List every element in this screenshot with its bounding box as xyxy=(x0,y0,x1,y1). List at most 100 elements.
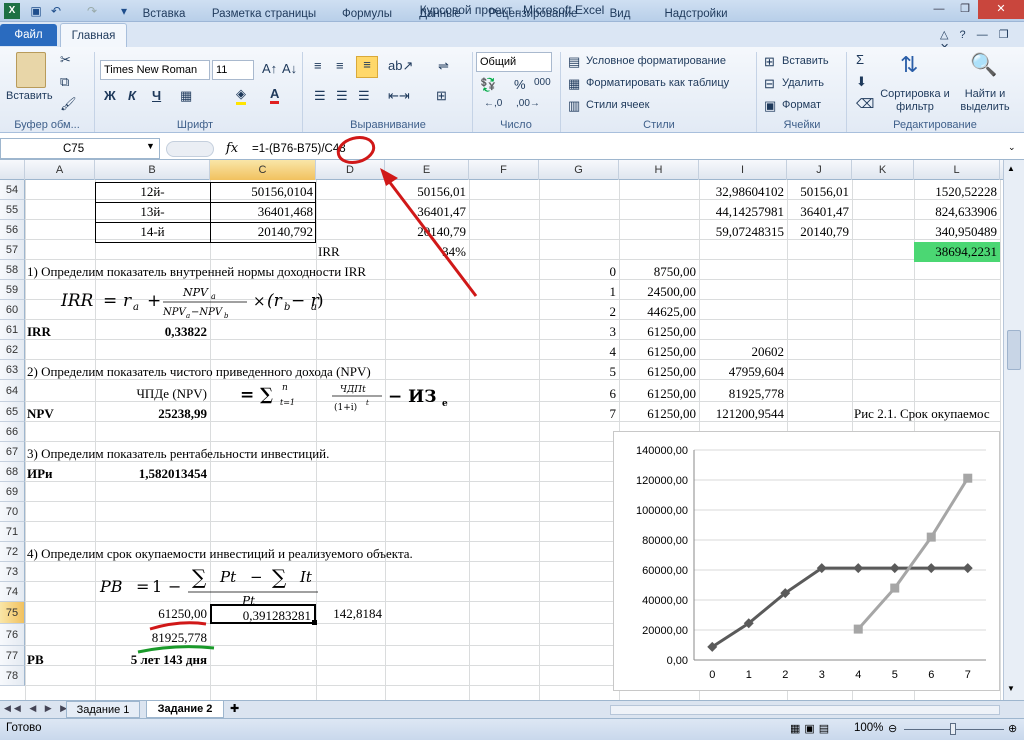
zoom-out-icon[interactable]: ⊖ xyxy=(888,722,897,735)
cell-E56[interactable]: 20140,79 xyxy=(385,222,469,242)
row-header[interactable]: 72 xyxy=(0,542,25,562)
cell-B76[interactable]: 81925,778 xyxy=(95,628,210,648)
cell-B61[interactable]: 0,33822 xyxy=(95,322,210,342)
cell-B75[interactable]: 61250,00 xyxy=(95,604,210,624)
pb-formula-term: ∑ xyxy=(192,565,207,589)
new-sheet-icon[interactable]: ✚ xyxy=(230,702,239,715)
cell-H61[interactable]: 61250,00 xyxy=(619,322,699,342)
row-header[interactable]: 70 xyxy=(0,502,25,522)
view-mode-icons[interactable]: ▦▣▤ xyxy=(790,722,833,735)
cell-G62[interactable]: 4 xyxy=(539,342,619,362)
cell-J55[interactable]: 36401,47 xyxy=(787,202,852,222)
row-header[interactable]: 71 xyxy=(0,522,25,542)
sheet-tab-1[interactable]: Задание 1 xyxy=(66,701,140,718)
cell-I63[interactable]: 47959,604 xyxy=(699,362,787,382)
cell-E57[interactable]: 34% xyxy=(385,242,469,262)
cell-L54[interactable]: 1520,52228 xyxy=(914,182,1000,202)
row-header[interactable]: 61 xyxy=(0,320,25,340)
cell-G58[interactable]: 0 xyxy=(539,262,619,282)
cell-H63[interactable]: 61250,00 xyxy=(619,362,699,382)
cell-H64[interactable]: 61250,00 xyxy=(619,384,699,404)
cell-A68[interactable]: ИРи xyxy=(27,464,53,484)
row-header[interactable]: 77 xyxy=(0,646,25,666)
horizontal-scrollbar[interactable] xyxy=(610,705,1000,715)
row-header[interactable]: 54 xyxy=(0,180,25,200)
cell-J54[interactable]: 50156,01 xyxy=(787,182,852,202)
cell-A72[interactable]: 4) Определим срок окупаемости инвестиций… xyxy=(27,544,413,564)
cell-B64[interactable]: ЧПДе (NPV) xyxy=(95,384,210,404)
zoom-slider-thumb[interactable] xyxy=(950,723,956,735)
cell-H62[interactable]: 61250,00 xyxy=(619,342,699,362)
row-header[interactable]: 73 xyxy=(0,562,25,582)
row-header[interactable]: 55 xyxy=(0,200,25,220)
row-header[interactable]: 64 xyxy=(0,380,25,402)
cell-G65[interactable]: 7 xyxy=(539,404,619,424)
cell-B68[interactable]: 1,582013454 xyxy=(95,464,210,484)
row-header[interactable]: 56 xyxy=(0,220,25,240)
cell-C55[interactable]: 36401,468 xyxy=(210,202,316,222)
cell-H59[interactable]: 24500,00 xyxy=(619,282,699,302)
cell-C56[interactable]: 20140,792 xyxy=(210,222,316,242)
cell-B77[interactable]: 5 лет 143 дня xyxy=(95,650,210,670)
x-tick-label: 1 xyxy=(746,669,752,681)
cell-A61[interactable]: IRR xyxy=(27,322,51,342)
cell-E54[interactable]: 50156,01 xyxy=(385,182,469,202)
row-header[interactable]: 75 xyxy=(0,602,25,624)
cell-B54[interactable]: 12й- xyxy=(95,182,210,202)
row-header[interactable]: 59 xyxy=(0,280,25,300)
cell-I65[interactable]: 121200,9544 xyxy=(699,404,787,424)
line-chart[interactable]: 0,00 20000,00 40000,00 60000,00 80000,00 1000… xyxy=(613,431,1000,691)
sheet-tab-2-active[interactable]: Задание 2 xyxy=(146,701,224,718)
row-header[interactable]: 78 xyxy=(0,666,25,686)
cell-D57[interactable]: IRR xyxy=(316,242,385,262)
cell-L55[interactable]: 824,633906 xyxy=(914,202,1000,222)
cell-E55[interactable]: 36401,47 xyxy=(385,202,469,222)
cell-B55[interactable]: 13й- xyxy=(95,202,210,222)
gridline xyxy=(25,180,26,700)
cell-A65[interactable]: NPV xyxy=(27,404,54,424)
row-header[interactable]: 57 xyxy=(0,240,25,260)
cell-G63[interactable]: 5 xyxy=(539,362,619,382)
cell-L57[interactable]: 38694,2231 xyxy=(914,242,1000,262)
cell-I62[interactable]: 20602 xyxy=(699,342,787,362)
cell-J56[interactable]: 20140,79 xyxy=(787,222,852,242)
cell-C75-selected[interactable]: 0,391283281 xyxy=(210,604,316,624)
cell-B56[interactable]: 14-й xyxy=(95,222,210,242)
cell-G60[interactable]: 2 xyxy=(539,302,619,322)
row-header[interactable]: 65 xyxy=(0,402,25,422)
row-header[interactable]: 63 xyxy=(0,360,25,380)
cell-I56[interactable]: 59,07248315 xyxy=(699,222,787,242)
cell-I64[interactable]: 81925,778 xyxy=(699,384,787,404)
zoom-in-icon[interactable]: ⊕ xyxy=(1008,722,1017,735)
cell-I55[interactable]: 44,14257981 xyxy=(699,202,787,222)
vertical-scrollbar[interactable]: ▲ ▼ xyxy=(1003,160,1024,700)
cell-D75[interactable]: 142,8184 xyxy=(316,604,385,624)
row-header[interactable]: 69 xyxy=(0,482,25,502)
cell-I54[interactable]: 32,98604102 xyxy=(699,182,787,202)
zoom-level[interactable]: 100% xyxy=(854,722,883,734)
row-header[interactable]: 67 xyxy=(0,442,25,462)
cell-H58[interactable]: 8750,00 xyxy=(619,262,699,282)
row-header[interactable]: 74 xyxy=(0,582,25,602)
cell-G59[interactable]: 1 xyxy=(539,282,619,302)
scroll-down-icon[interactable]: ▼ xyxy=(1007,684,1015,693)
scroll-up-icon[interactable]: ▲ xyxy=(1007,164,1015,173)
cell-H65[interactable]: 61250,00 xyxy=(619,404,699,424)
row-header[interactable]: 66 xyxy=(0,422,25,442)
scroll-thumb[interactable] xyxy=(1007,330,1021,370)
cell-G64[interactable]: 6 xyxy=(539,384,619,404)
row-header[interactable]: 76 xyxy=(0,624,25,646)
row-header[interactable]: 62 xyxy=(0,340,25,360)
cell-H60[interactable]: 44625,00 xyxy=(619,302,699,322)
cell-A58[interactable]: 1) Определим показатель внутренней нормы… xyxy=(27,262,366,282)
cell-K65[interactable]: Рис 2.1. Срок окупаемос xyxy=(854,404,1000,424)
cell-L56[interactable]: 340,950489 xyxy=(914,222,1000,242)
row-header[interactable]: 60 xyxy=(0,300,25,320)
cell-B65[interactable]: 25238,99 xyxy=(95,404,210,424)
row-header[interactable]: 58 xyxy=(0,260,25,280)
row-header[interactable]: 68 xyxy=(0,462,25,482)
cell-A77[interactable]: PB xyxy=(27,650,44,670)
cell-G61[interactable]: 3 xyxy=(539,322,619,342)
cell-C54[interactable]: 50156,0104 xyxy=(210,182,316,202)
cell-A67[interactable]: 3) Определим показатель рентабельности и… xyxy=(27,444,329,464)
